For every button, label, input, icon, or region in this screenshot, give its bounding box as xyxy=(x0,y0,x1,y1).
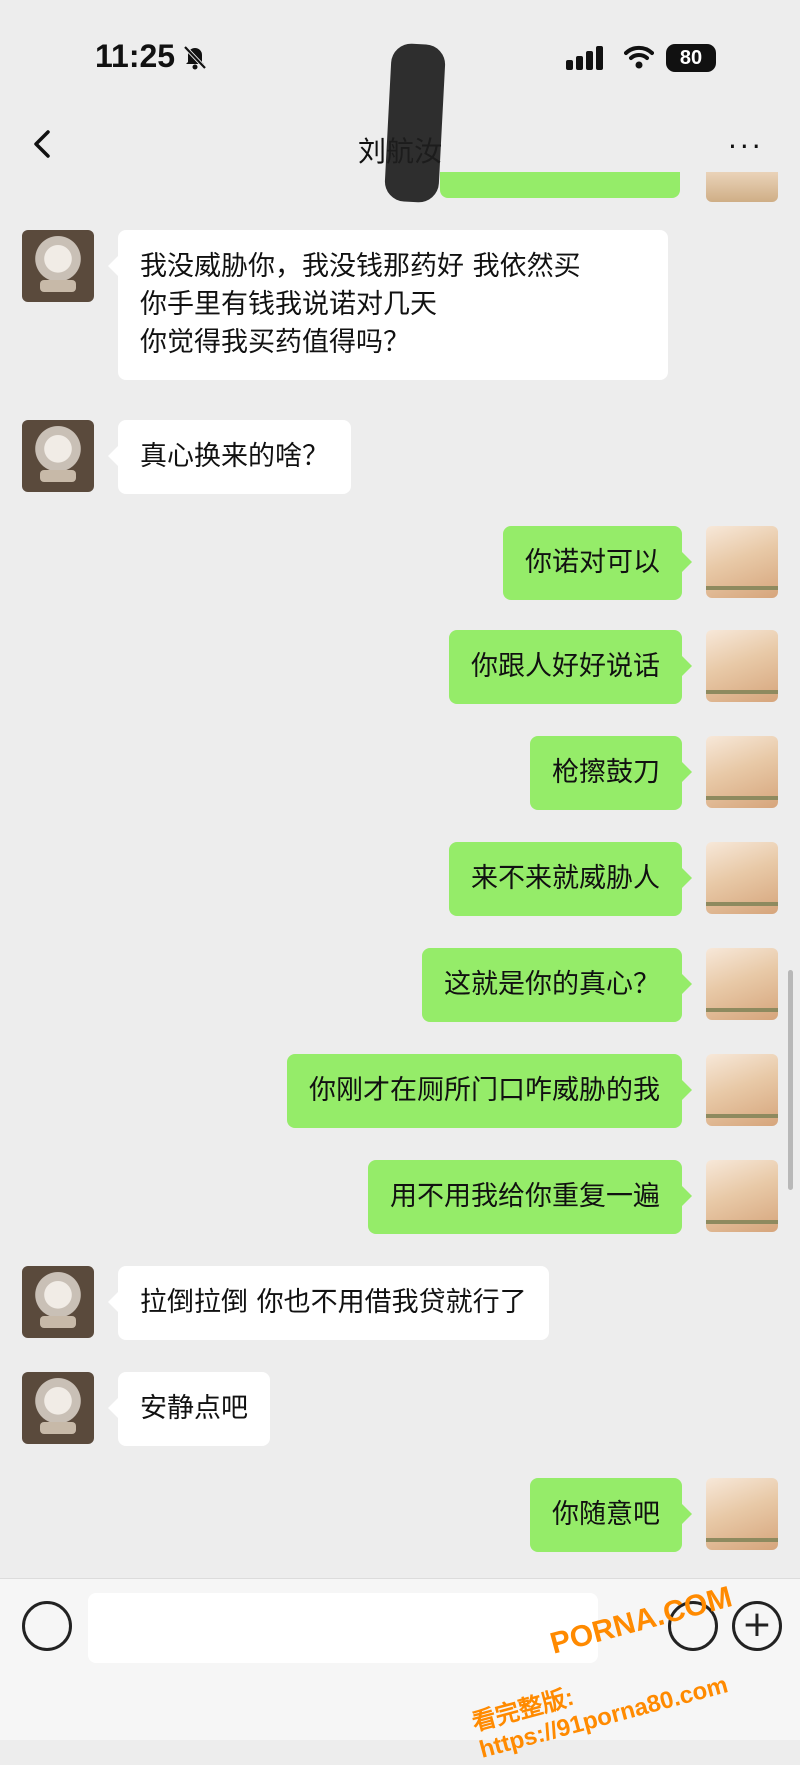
wifi-icon xyxy=(624,45,654,69)
battery-indicator: 80 xyxy=(666,44,716,72)
own-avatar[interactable] xyxy=(706,526,778,598)
sent-message[interactable]: 用不用我给你重复一遍 xyxy=(368,1160,692,1234)
more-options-button[interactable]: ··· xyxy=(728,130,764,163)
contact-avatar[interactable] xyxy=(22,230,94,302)
contact-avatar[interactable] xyxy=(22,1372,94,1444)
sent-message[interactable]: 来不来就威胁人 xyxy=(449,842,692,916)
sent-message[interactable]: 你诺对可以 xyxy=(503,526,692,600)
sent-message[interactable]: 枪擦鼓刀 xyxy=(530,736,692,810)
received-message[interactable]: 拉倒拉倒 你也不用借我贷就行了 xyxy=(108,1266,549,1340)
signal-icon xyxy=(566,46,606,70)
partial-avatar xyxy=(706,172,778,202)
status-time: 11:25 xyxy=(95,38,176,74)
own-avatar[interactable] xyxy=(706,630,778,702)
own-avatar[interactable] xyxy=(706,948,778,1020)
own-avatar[interactable] xyxy=(706,1160,778,1232)
sent-message[interactable]: 你刚才在厕所门口咋威胁的我 xyxy=(287,1054,692,1128)
sent-message[interactable]: 你随意吧 xyxy=(530,1478,692,1552)
received-message[interactable]: 安静点吧 xyxy=(108,1372,270,1446)
redaction-scribble xyxy=(383,42,447,204)
message-input[interactable] xyxy=(88,1593,598,1663)
contact-avatar[interactable] xyxy=(22,1266,94,1338)
own-avatar[interactable] xyxy=(706,1054,778,1126)
sent-message[interactable]: 这就是你的真心？ xyxy=(422,948,692,1022)
received-message[interactable]: 我没威胁你，我没钱那药好 我依然买 你手里有钱我说诺对几天 你觉得我买药值得吗？ xyxy=(108,230,668,380)
own-avatar[interactable] xyxy=(706,736,778,808)
own-avatar[interactable] xyxy=(706,842,778,914)
sent-message[interactable]: 你跟人好好说话 xyxy=(449,630,692,704)
received-message[interactable]: 真心换来的啥？ xyxy=(108,420,351,494)
scrollbar[interactable] xyxy=(788,970,793,1190)
partial-message-bubble xyxy=(440,172,680,198)
contact-avatar[interactable] xyxy=(22,420,94,492)
bell-muted-icon xyxy=(183,45,207,70)
own-avatar[interactable] xyxy=(706,1478,778,1550)
voice-input-button[interactable] xyxy=(22,1601,72,1651)
